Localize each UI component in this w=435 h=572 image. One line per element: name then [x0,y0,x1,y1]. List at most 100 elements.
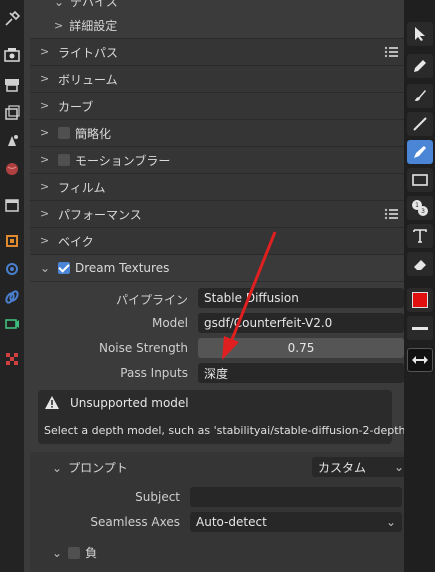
section-light-paths[interactable]: > ライトパス [30,38,404,66]
fill-tool-button[interactable] [407,84,433,108]
render-properties-icon[interactable] [3,46,21,64]
world-properties-icon[interactable] [3,160,21,178]
negative-prompt-header[interactable]: ⌄ 負 [52,544,97,561]
chevron-right-icon: > [40,207,50,220]
section-dream-textures[interactable]: ⌄ Dream Textures [30,254,404,282]
svg-text:3: 3 [421,208,425,215]
stroke-width-button[interactable] [407,316,433,340]
negative-label: 負 [85,546,98,560]
seamless-value: Auto-detect [196,515,267,529]
warning-message: Select a depth model, such as 'stability… [44,424,404,437]
number-stamp-icon: 13 [412,200,428,216]
warning-icon [45,396,59,409]
output-properties-icon[interactable] [3,76,21,94]
chevron-right-icon: > [40,153,50,166]
counter-tool-button[interactable]: 13 [407,196,433,220]
model-dropdown[interactable]: gsdf/Counterfeit-V2.0 [198,313,404,333]
chevron-down-icon: ⌄ [393,460,404,474]
section-label: ライトパス [58,45,119,60]
section-label: 簡略化 [75,126,112,141]
chevron-down-icon: ⌄ [52,460,63,475]
chevron-right-icon: > [40,180,50,193]
section-film[interactable]: > フィルム [30,173,404,201]
device-subpanel[interactable]: ⌄ デバイス [54,0,118,10]
texture-properties-icon[interactable] [3,350,21,368]
chevron-right-icon: > [40,234,50,247]
cursor-icon [415,27,425,41]
warning-title: Unsupported model [70,396,189,410]
section-label: モーションブラー [75,153,171,168]
chevron-right-icon: > [54,18,64,32]
constraint-properties-icon[interactable] [3,288,21,306]
noise-strength-slider[interactable]: 0.75 [198,338,404,358]
section-curves[interactable]: > カーブ [30,92,404,120]
subpanel-label: 詳細設定 [69,18,118,33]
chevron-right-icon: > [40,45,50,58]
negative-checkbox[interactable] [68,546,81,559]
eraser-tool-button[interactable] [407,252,433,276]
pipeline-label: パイプライン [115,293,188,307]
chevron-right-icon: > [40,99,50,112]
subpanel-label: デバイス [70,0,118,9]
draw-tool-button[interactable] [407,54,433,78]
eraser-icon [414,260,426,270]
chevron-down-icon: ⌄ [40,261,51,275]
object-properties-icon[interactable] [3,232,21,250]
dream-textures-checkbox[interactable] [58,262,70,274]
chevron-down-icon: ⌄ [54,0,65,9]
subject-input[interactable] [190,487,402,507]
box-tool-button[interactable] [407,168,433,192]
select-tool-button[interactable] [407,22,433,46]
section-label: カーブ [58,99,94,114]
pipeline-dropdown[interactable]: Stable Diffusion [198,288,404,308]
section-motion-blur[interactable]: > モーションブラー [30,146,404,174]
scene-properties-icon[interactable] [3,132,21,150]
model-label: Model [151,316,188,330]
preset-value: カスタム [318,460,367,475]
text-tool-button[interactable] [407,224,433,248]
pass-inputs-label: Pass Inputs [120,366,188,380]
data-properties-icon[interactable] [3,314,21,332]
prompt-label: プロンプト [68,461,128,475]
color-picker-button[interactable] [407,288,433,312]
prompt-preset-dropdown[interactable]: カスタム ⌄ [312,457,404,477]
section-label: パフォーマンス [58,207,142,222]
pass-inputs-dropdown[interactable]: 深度 [198,363,404,383]
section-label: ボリューム [58,72,118,87]
motion-blur-checkbox[interactable] [58,154,70,166]
brush-icon [415,90,426,101]
collection-properties-icon[interactable] [3,196,21,214]
prompt-header[interactable]: ⌄ プロンプト [52,459,128,476]
presets-list-icon[interactable] [384,208,398,220]
annotate-tool-button[interactable] [407,140,433,164]
section-bake[interactable]: > ベイク [30,227,404,255]
seamless-axes-label: Seamless Axes [90,515,180,529]
presets-list-icon[interactable] [384,46,398,58]
seamless-axes-dropdown[interactable]: Auto-detect ⌄ [190,512,402,532]
section-label: フィルム [58,180,106,195]
modifier-properties-icon[interactable] [3,260,21,278]
chevron-right-icon: > [40,72,50,85]
text-icon [413,229,427,243]
line-tool-button[interactable] [407,112,433,136]
detail-settings-subpanel[interactable]: > 詳細設定 [54,16,117,34]
chevron-down-icon: ⌄ [385,515,396,529]
section-volume[interactable]: > ボリューム [30,65,404,93]
annotate-pen-icon [414,146,426,158]
subject-label: Subject [135,490,180,504]
properties-tab-bar [0,0,24,572]
chevron-down-icon: ⌄ [52,545,63,560]
section-label: ベイク [58,234,94,249]
section-label: Dream Textures [75,261,170,275]
stroke-width-icon [412,326,428,330]
warning-box: Unsupported model Select a depth model, … [38,390,404,444]
section-performance[interactable]: > パフォーマンス [30,200,404,228]
svg-text:1: 1 [415,202,419,209]
tool-settings-icon[interactable] [3,10,21,28]
expand-toolbar-button[interactable] [407,348,433,372]
chevron-right-icon: > [40,126,50,139]
section-simplify[interactable]: > 簡略化 [30,119,404,147]
simplify-checkbox[interactable] [58,127,70,139]
view-layer-icon[interactable] [3,104,21,122]
properties-panel: ⌄ デバイス > 詳細設定 > ライトパス > ボリューム > カーブ > 簡略化 … [24,0,404,572]
